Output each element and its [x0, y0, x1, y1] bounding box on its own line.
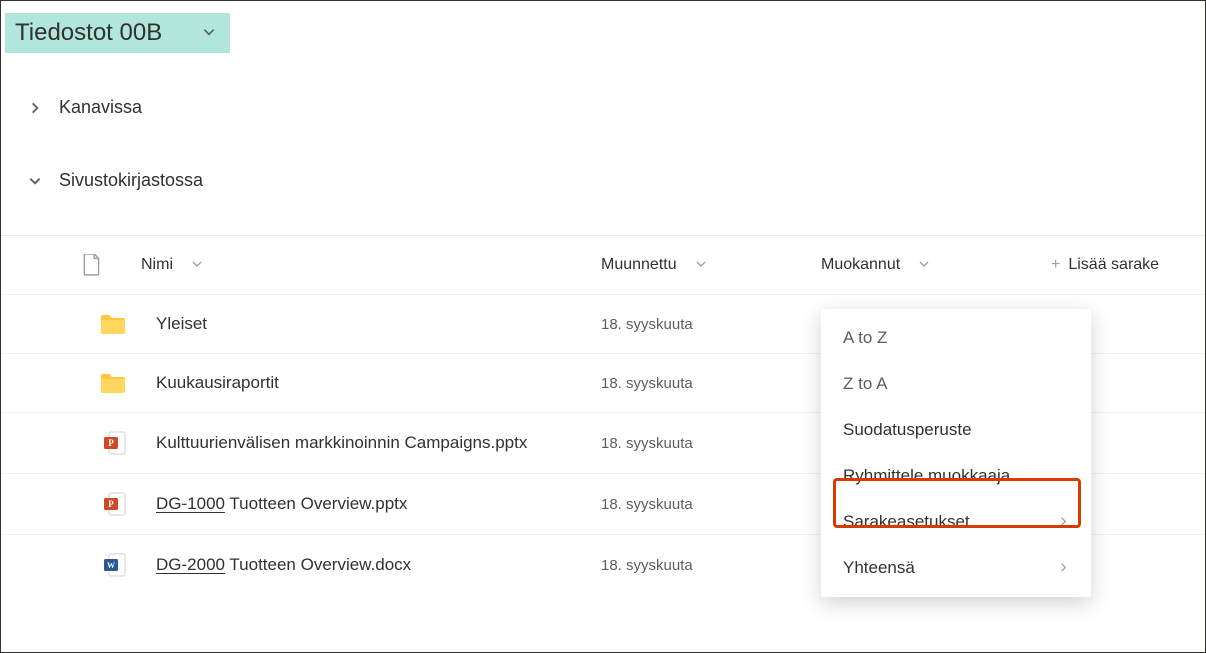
add-column-button[interactable]: + Lisää sarake	[1031, 256, 1205, 274]
file-name[interactable]: Kuukausiraportit	[126, 373, 601, 393]
chevron-down-icon	[25, 171, 45, 191]
file-name-prefix: DG-2000	[156, 555, 225, 574]
docx-icon: W	[1, 553, 126, 577]
file-icon	[83, 254, 101, 276]
modified-date: 18. syyskuuta	[601, 557, 821, 574]
chevron-right-icon	[1058, 558, 1069, 578]
menu-item-filter[interactable]: Suodatusperuste	[821, 407, 1091, 453]
file-name-text: Kuukausiraportit	[156, 373, 279, 392]
file-name-text: Yleiset	[156, 314, 207, 333]
chevron-down-icon	[695, 257, 707, 273]
modified-date: 18. syyskuuta	[601, 375, 821, 392]
chevron-right-icon	[25, 98, 45, 118]
pptx-icon: P	[1, 431, 126, 455]
file-name-prefix: DG-1000	[156, 494, 225, 513]
column-label: Nimi	[141, 256, 173, 274]
column-context-menu: A to Z Z to A Suodatusperuste Ryhmittele…	[821, 309, 1091, 597]
column-header-modifiedby[interactable]: Muokannut	[821, 256, 1031, 274]
add-column-label: Lisää sarake	[1068, 256, 1159, 274]
menu-item-label: A to Z	[843, 328, 887, 348]
menu-item-column-settings[interactable]: Sarakeasetukset	[821, 499, 1091, 545]
menu-item-sort-ztoa[interactable]: Z to A	[821, 361, 1091, 407]
file-name-text: Kulttuurienvälisen markkinoinnin Campaig…	[156, 433, 527, 452]
menu-item-label: Suodatusperuste	[843, 420, 972, 440]
chevron-down-icon	[202, 25, 216, 42]
column-label: Muunnettu	[601, 256, 677, 274]
file-name[interactable]: Yleiset	[126, 314, 601, 334]
svg-text:P: P	[108, 499, 114, 509]
chevron-down-icon	[918, 257, 930, 273]
chevron-right-icon	[1058, 512, 1069, 532]
menu-item-label: Sarakeasetukset	[843, 512, 970, 532]
modified-date: 18. syyskuuta	[601, 496, 821, 513]
folder-icon	[1, 372, 126, 394]
file-name[interactable]: DG-1000 Tuotteen Overview.pptx	[126, 494, 601, 514]
modified-date: 18. syyskuuta	[601, 316, 821, 333]
file-name-text: Tuotteen Overview.pptx	[229, 494, 407, 513]
pptx-icon: P	[1, 492, 126, 516]
library-title-dropdown[interactable]: Tiedostot 00B	[5, 13, 230, 53]
column-header-name[interactable]: Nimi	[101, 256, 601, 274]
menu-item-label: Z to A	[843, 374, 887, 394]
file-name-text: Tuotteen Overview.docx	[229, 555, 411, 574]
chevron-down-icon	[191, 257, 203, 273]
column-header-modified[interactable]: Muunnettu	[601, 256, 821, 274]
plus-icon: +	[1051, 256, 1060, 274]
menu-item-total[interactable]: Yhteensä	[821, 545, 1091, 591]
file-name[interactable]: DG-2000 Tuotteen Overview.docx	[126, 555, 601, 575]
menu-item-label: Yhteensä	[843, 558, 915, 578]
folder-icon	[1, 313, 126, 335]
menu-item-group[interactable]: Ryhmittele muokkaaja	[821, 453, 1091, 499]
table-header-row: Nimi Muunnettu Muokannut + Lisää sarake	[1, 236, 1205, 295]
modified-date: 18. syyskuuta	[601, 435, 821, 452]
menu-item-sort-atoz[interactable]: A to Z	[821, 315, 1091, 361]
menu-item-label: Ryhmittele muokkaaja	[843, 466, 1010, 486]
library-title: Tiedostot 00B	[15, 19, 162, 47]
svg-text:W: W	[107, 561, 115, 570]
column-header-type[interactable]	[1, 254, 101, 276]
file-name[interactable]: Kulttuurienvälisen markkinoinnin Campaig…	[126, 433, 601, 453]
section-collapsed[interactable]: Kanavissa	[1, 83, 1205, 132]
section-expanded[interactable]: Sivustokirjastossa	[1, 156, 1205, 205]
svg-text:P: P	[108, 438, 114, 448]
column-label: Muokannut	[821, 256, 900, 274]
section-label: Kanavissa	[59, 97, 142, 118]
section-label: Sivustokirjastossa	[59, 170, 203, 191]
